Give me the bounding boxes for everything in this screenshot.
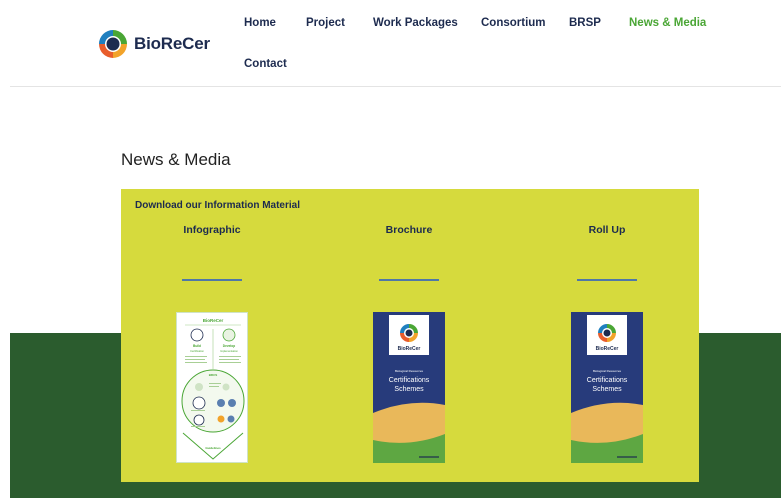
- svg-text:Implementation: Implementation: [220, 349, 238, 353]
- rollup-label: Roll Up: [588, 224, 626, 236]
- svg-text:Schemes: Schemes: [592, 386, 622, 393]
- svg-text:Build: Build: [193, 344, 201, 348]
- header-divider: [10, 86, 781, 87]
- brochure-label: Brochure: [385, 224, 433, 236]
- infographic-divider: [182, 279, 242, 281]
- svg-text:Biological Resources: Biological Resources: [593, 369, 622, 373]
- nav-work-packages[interactable]: Work Packages: [373, 17, 458, 29]
- svg-text:Certification: Certification: [190, 349, 204, 353]
- svg-text:Biological Resources: Biological Resources: [395, 369, 424, 373]
- svg-text:BRCS: BRCS: [209, 373, 218, 377]
- svg-text:Certifications: Certifications: [389, 377, 430, 384]
- brochure-preview-image: BioReCer Biological Resources Certificat…: [373, 312, 445, 463]
- rollup-brand: BioReCer: [596, 346, 619, 352]
- rollup-preview-image: BioReCer Biological Resources Certificat…: [571, 312, 643, 463]
- infographic-label: Infographic: [183, 224, 241, 236]
- nav-project[interactable]: Project: [306, 17, 345, 29]
- page-title: News & Media: [121, 150, 231, 169]
- brochure-thumbnail[interactable]: BioReCer Biological Resources Certificat…: [373, 312, 445, 463]
- brand-name: BioReCer: [134, 34, 210, 53]
- brochure-brand: BioReCer: [398, 346, 421, 352]
- nav-news-media[interactable]: News & Media: [629, 17, 706, 29]
- brochure-column: Brochure BioReCer Biological Resources C…: [349, 189, 469, 482]
- infographic-brand: BioReCer: [203, 318, 224, 323]
- svg-text:Develop: Develop: [223, 344, 235, 348]
- infographic-thumbnail[interactable]: BioReCer Build Develop Certification Imp…: [176, 312, 248, 463]
- nav-home[interactable]: Home: [244, 17, 276, 29]
- rollup-divider: [577, 279, 637, 281]
- rollup-thumbnail[interactable]: BioReCer Biological Resources Certificat…: [571, 312, 643, 463]
- svg-text:Schemes: Schemes: [394, 386, 424, 393]
- nav-contact[interactable]: Contact: [244, 58, 287, 70]
- information-material-panel: Download our Information Material Infogr…: [121, 189, 699, 482]
- site-logo[interactable]: BioReCer: [96, 27, 210, 61]
- infographic-preview-image: BioReCer Build Develop Certification Imp…: [181, 318, 245, 460]
- rollup-column: Roll Up BioReCer Biological Resources Ce…: [547, 189, 667, 482]
- brochure-divider: [379, 279, 439, 281]
- bioreccer-logo-icon: [99, 30, 127, 58]
- infographic-column: Infographic BioReCer Build Develop Certi…: [152, 189, 272, 482]
- nav-consortium[interactable]: Consortium: [481, 17, 546, 29]
- svg-text:Certifications: Certifications: [587, 377, 628, 384]
- nav-brsp[interactable]: BRSP: [569, 17, 601, 29]
- svg-text:Guidelines: Guidelines: [205, 446, 221, 450]
